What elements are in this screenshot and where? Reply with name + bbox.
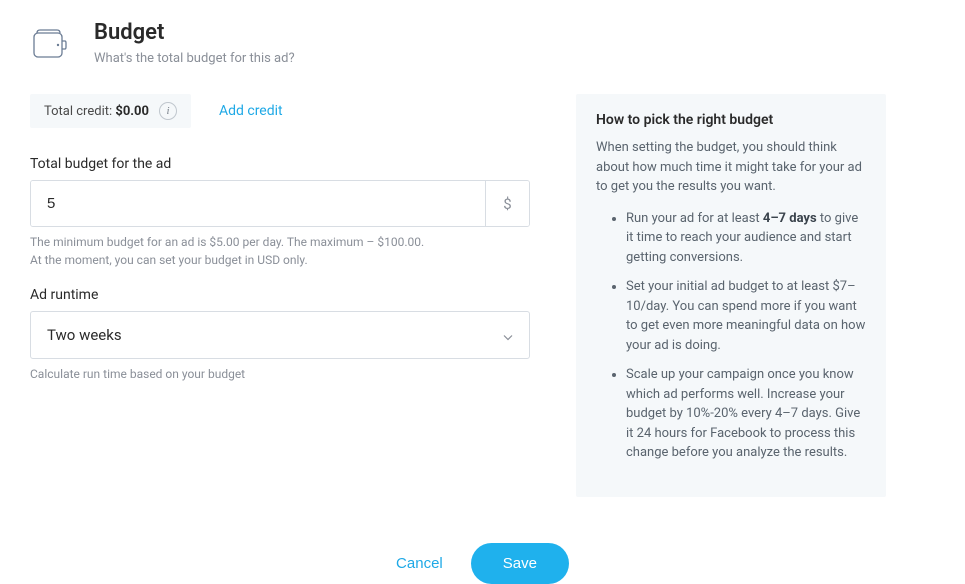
chevron-down-icon xyxy=(503,326,513,345)
tips-panel: How to pick the right budget When settin… xyxy=(576,94,886,497)
runtime-select[interactable]: Two weeks xyxy=(30,311,530,359)
add-credit-link[interactable]: Add credit xyxy=(219,103,283,119)
runtime-helper: Calculate run time based on your budget xyxy=(30,365,530,383)
credit-bar: Total credit: $0.00 i Add credit xyxy=(30,94,530,128)
save-button[interactable]: Save xyxy=(471,543,569,584)
budget-input[interactable] xyxy=(31,181,485,226)
tips-intro: When setting the budget, you should thin… xyxy=(596,138,866,197)
credit-amount: $0.00 xyxy=(115,104,149,119)
tips-title: How to pick the right budget xyxy=(596,112,866,128)
total-credit-badge: Total credit: $0.00 i xyxy=(30,94,191,128)
form-column: Total credit: $0.00 i Add credit Total b… xyxy=(30,94,530,401)
runtime-label: Ad runtime xyxy=(30,287,530,303)
tips-list-item: Set your initial ad budget to at least $… xyxy=(626,277,866,355)
page-title: Budget xyxy=(94,20,295,45)
tips-list-item: Run your ad for at least 4–7 days to giv… xyxy=(626,209,866,268)
budget-helper-2: At the moment, you can set your budget i… xyxy=(30,251,530,269)
budget-field-group: Total budget for the ad $ The minimum bu… xyxy=(30,156,530,269)
wallet-icon xyxy=(30,24,70,64)
page-subtitle: What's the total budget for this ad? xyxy=(94,51,295,66)
tips-list-item: Scale up your campaign once you know whi… xyxy=(626,365,866,463)
page-header: Budget What's the total budget for this … xyxy=(30,20,935,66)
budget-label: Total budget for the ad xyxy=(30,156,530,172)
credit-label: Total credit: xyxy=(44,104,115,119)
footer-actions: Cancel Save xyxy=(30,543,935,584)
runtime-field-group: Ad runtime Two weeks Calculate run time … xyxy=(30,287,530,383)
budget-helper-1: The minimum budget for an ad is $5.00 pe… xyxy=(30,233,530,251)
info-icon[interactable]: i xyxy=(159,102,177,120)
cancel-button[interactable]: Cancel xyxy=(396,555,443,572)
currency-symbol: $ xyxy=(485,181,529,226)
runtime-value: Two weeks xyxy=(31,312,529,358)
